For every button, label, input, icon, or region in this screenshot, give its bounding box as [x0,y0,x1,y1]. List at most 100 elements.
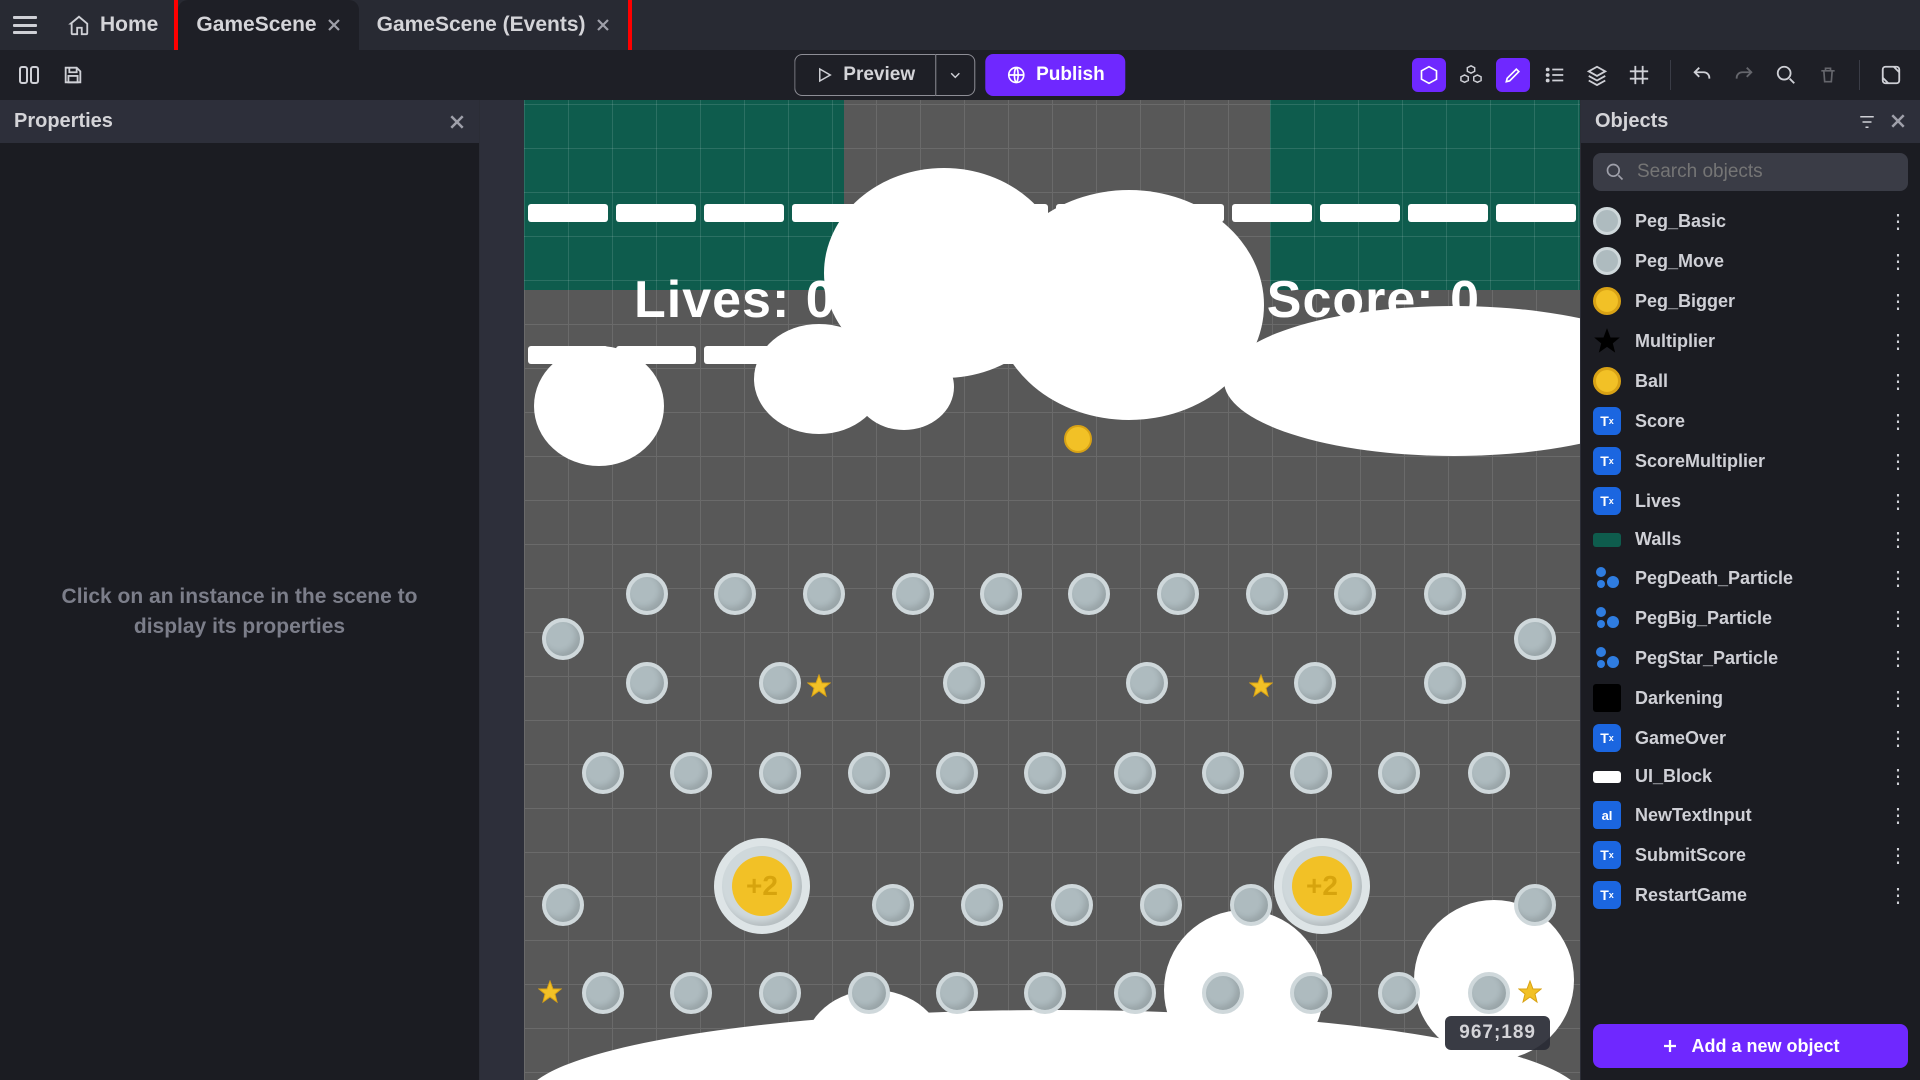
object-item-menu[interactable]: ⋮ [1888,883,1908,908]
tab-events[interactable]: GameScene (Events) [359,0,628,50]
scene-star[interactable] [1249,674,1273,698]
scene-peg[interactable] [1140,884,1182,926]
tool-instances-list-button[interactable] [1538,58,1572,92]
object-item[interactable]: Tx Lives ⋮ [1581,481,1920,521]
undo-button[interactable] [1685,58,1719,92]
object-item[interactable]: PegStar_Particle ⋮ [1581,638,1920,678]
preview-button[interactable]: Preview [794,54,935,96]
scene-peg[interactable] [582,972,624,1014]
scene-peg[interactable] [582,752,624,794]
object-item[interactable]: Tx ScoreMultiplier ⋮ [1581,441,1920,481]
zoom-button[interactable] [1769,58,1803,92]
object-item-menu[interactable]: ⋮ [1888,764,1908,789]
close-icon[interactable] [1890,113,1906,129]
object-item[interactable]: Tx SubmitScore ⋮ [1581,835,1920,875]
close-icon[interactable] [596,18,610,32]
tab-home[interactable]: Home [50,0,176,50]
object-item[interactable]: Peg_Basic ⋮ [1581,201,1920,241]
scene-peg[interactable] [542,618,584,660]
objects-search-input[interactable] [1637,161,1896,183]
object-item[interactable]: Tx Score ⋮ [1581,401,1920,441]
object-item-menu[interactable]: ⋮ [1888,409,1908,434]
scene-peg[interactable] [759,662,801,704]
scene-peg[interactable] [1468,972,1510,1014]
menu-button[interactable] [0,0,50,50]
tool-3d-button[interactable] [1412,58,1446,92]
object-item-menu[interactable]: ⋮ [1888,566,1908,591]
scene-peg[interactable] [1157,573,1199,615]
object-item-menu[interactable]: ⋮ [1888,803,1908,828]
close-icon[interactable] [449,114,465,130]
object-item-menu[interactable]: ⋮ [1888,209,1908,234]
scene-ball[interactable] [1064,425,1092,453]
object-item[interactable]: aI NewTextInput ⋮ [1581,795,1920,835]
object-item[interactable]: PegBig_Particle ⋮ [1581,598,1920,638]
scene-peg[interactable] [1246,573,1288,615]
scene-peg-bigger[interactable] [714,838,810,934]
scene-peg[interactable] [1334,573,1376,615]
scene-peg[interactable] [1068,573,1110,615]
scene-peg[interactable] [803,573,845,615]
object-item-menu[interactable]: ⋮ [1888,289,1908,314]
delete-button[interactable] [1811,58,1845,92]
scene-peg[interactable] [936,752,978,794]
scene-peg[interactable] [1294,662,1336,704]
filter-icon[interactable] [1858,113,1876,131]
add-object-button[interactable]: Add a new object [1593,1024,1908,1068]
scene-peg[interactable] [1378,752,1420,794]
save-button[interactable] [56,58,90,92]
scene-peg[interactable] [936,972,978,1014]
scene-peg[interactable] [1290,752,1332,794]
object-item[interactable]: PegDeath_Particle ⋮ [1581,558,1920,598]
close-icon[interactable] [327,18,341,32]
object-item-menu[interactable]: ⋮ [1888,843,1908,868]
object-item[interactable]: Tx GameOver ⋮ [1581,718,1920,758]
scene-peg[interactable] [943,662,985,704]
tool-objects-button[interactable] [1454,58,1488,92]
scene-peg[interactable] [1202,752,1244,794]
scene-peg[interactable] [872,884,914,926]
object-item-menu[interactable]: ⋮ [1888,489,1908,514]
object-item[interactable]: Peg_Bigger ⋮ [1581,281,1920,321]
settings-button[interactable] [1874,58,1908,92]
publish-button[interactable]: Publish [985,54,1126,96]
object-item-menu[interactable]: ⋮ [1888,329,1908,354]
scene-peg[interactable] [1114,752,1156,794]
object-item-menu[interactable]: ⋮ [1888,449,1908,474]
object-item-menu[interactable]: ⋮ [1888,646,1908,671]
scene-peg[interactable] [626,573,668,615]
object-item[interactable]: Darkening ⋮ [1581,678,1920,718]
object-item[interactable]: Tx RestartGame ⋮ [1581,875,1920,915]
object-item-menu[interactable]: ⋮ [1888,726,1908,751]
object-item-menu[interactable]: ⋮ [1888,527,1908,552]
tab-scene[interactable]: GameScene [178,0,358,50]
object-item-menu[interactable]: ⋮ [1888,249,1908,274]
scene-editor[interactable]: Lives: 0 Score: 0 25% 967;189 [480,100,1580,1080]
scene-star[interactable] [1518,980,1542,1004]
scene-peg[interactable] [1514,618,1556,660]
scene-peg[interactable] [1024,972,1066,1014]
scene-peg[interactable] [1051,884,1093,926]
scene-peg[interactable] [1114,972,1156,1014]
scene-peg[interactable] [892,573,934,615]
tool-edit-button[interactable] [1496,58,1530,92]
panel-toggle-left-button[interactable] [12,58,46,92]
scene-peg-bigger[interactable] [1274,838,1370,934]
object-item-menu[interactable]: ⋮ [1888,369,1908,394]
scene-peg[interactable] [1290,972,1332,1014]
scene-peg[interactable] [848,752,890,794]
object-item[interactable]: Walls ⋮ [1581,521,1920,558]
preview-dropdown[interactable] [935,54,975,96]
scene-peg[interactable] [1126,662,1168,704]
scene-star[interactable] [807,674,831,698]
object-item-menu[interactable]: ⋮ [1888,606,1908,631]
scene-peg[interactable] [980,573,1022,615]
scene-peg[interactable] [961,884,1003,926]
object-item[interactable]: Ball ⋮ [1581,361,1920,401]
scene-peg[interactable] [1514,884,1556,926]
scene-peg[interactable] [1424,573,1466,615]
objects-search[interactable] [1593,153,1908,191]
object-item-menu[interactable]: ⋮ [1888,686,1908,711]
object-item[interactable]: Peg_Move ⋮ [1581,241,1920,281]
scene-peg[interactable] [670,972,712,1014]
